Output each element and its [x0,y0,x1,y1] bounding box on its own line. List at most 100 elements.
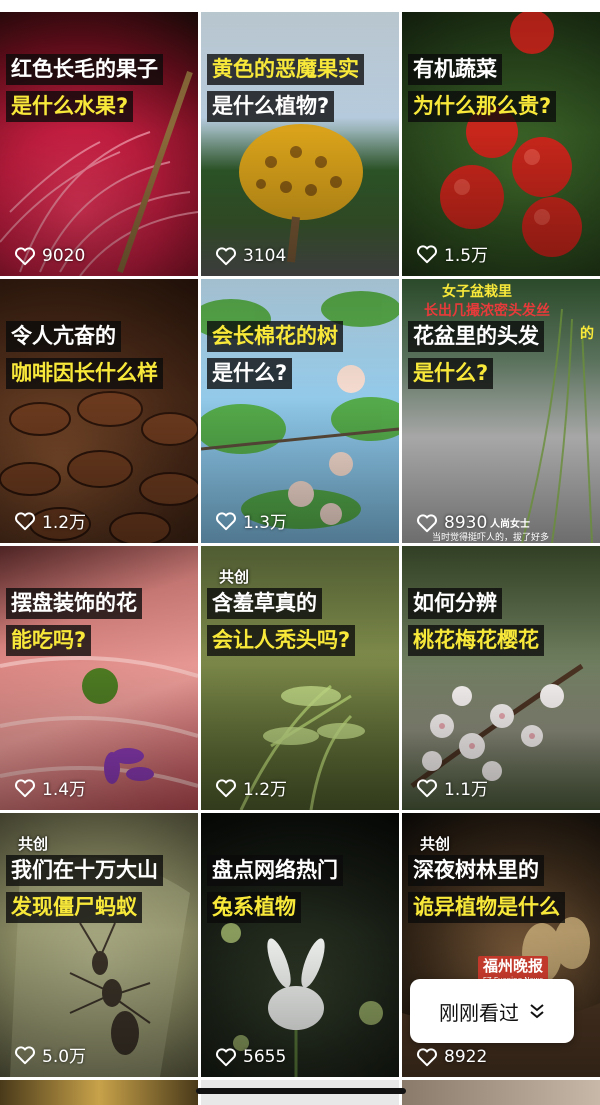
co-create-tag: 共创 [420,835,451,853]
caption: 黄色的恶魔果实 是什么植物? [207,54,364,128]
like-count-value: 1.1万 [444,780,489,800]
heart-outline-icon [417,778,437,797]
thumbnail-shade [402,546,600,810]
caption: 深夜树林里的 诡异植物是什么 [408,855,565,929]
caption-line-2: 兔系植物 [207,892,301,923]
like-count-value: 1.3万 [243,513,288,533]
like-count: 1.5万 [416,241,488,266]
caption-line-2: 诡异植物是什么 [408,892,565,923]
like-count: 3104 [215,246,286,266]
thumbnail-shade [201,813,399,1077]
like-count-value: 5.0万 [42,1047,87,1067]
caption-line-2: 是什么? [207,358,293,389]
caption: 盘点网络热门 兔系植物 [207,855,343,929]
caption-line-1: 摆盘装饰的花 [6,588,142,619]
video-card[interactable]: 红色长毛的果子 是什么水果? 9020 [0,12,198,276]
next-thumbnail[interactable] [0,1080,198,1105]
home-indicator[interactable] [196,1088,406,1094]
heart-outline-icon [216,247,236,266]
caption-line-1: 含羞草真的 [207,588,322,619]
caption: 含羞草真的 会让人秃头吗? [207,588,356,662]
thumbnail-shade [201,12,399,276]
co-create-tag: 共创 [219,568,250,586]
pot-caption-name: 人尚女士 [490,519,530,530]
like-count-value: 3104 [243,246,287,266]
thumbnail-shade [0,12,198,276]
like-count: 1.1万 [416,775,488,800]
like-count-value: 1.5万 [444,246,489,266]
heart-outline-icon [417,1048,437,1067]
like-count-value: 9020 [42,246,86,266]
video-card[interactable]: 共创 含羞草真的 会让人秃头吗? 1.2万 [201,546,399,810]
like-count: 1.4万 [14,775,86,800]
heart-outline-icon [216,511,236,530]
heart-outline-icon [15,1045,35,1064]
caption: 红色长毛的果子 是什么水果? [6,54,163,128]
like-count-value: 5655 [243,1047,287,1067]
caption: 我们在十万大山 发现僵尸蚂蚁 [6,855,163,929]
caption: 如何分辨 桃花梅花樱花 [408,588,544,662]
thumbnail-shade [0,279,198,543]
pot-headline-1: 女子盆栽里 [442,284,512,300]
like-count-value: 1.2万 [243,780,288,800]
caption-line-2: 是什么植物? [207,91,335,122]
like-count-value: 1.2万 [42,513,87,533]
caption-line-2: 是什么? [408,358,494,389]
video-card[interactable]: 摆盘装饰的花 能吃吗? 1.4万 [0,546,198,810]
video-card[interactable]: 共创 我们在十万大山 发现僵尸蚂蚁 5.0万 [0,813,198,1077]
heart-outline-icon [216,1048,236,1067]
like-count-value: 8922 [444,1047,488,1067]
video-grid: 红色长毛的果子 是什么水果? 9020 黄色的恶魔果实 是什么植物? 3104 [0,12,600,1077]
pot-side-text: 的 [580,326,594,342]
like-count: 8930 [416,513,487,533]
caption: 摆盘装饰的花 能吃吗? [6,588,142,662]
like-count: 5.0万 [14,1042,86,1067]
caption-line-1: 有机蔬菜 [408,54,502,85]
caption-line-1: 会长棉花的树 [207,321,343,352]
video-card[interactable]: 会长棉花的树 是什么? 1.3万 [201,279,399,543]
video-card[interactable]: 黄色的恶魔果实 是什么植物? 3104 [201,12,399,276]
caption-line-2: 为什么那么贵? [408,91,557,122]
heart-outline-icon [15,778,35,797]
video-card[interactable]: 有机蔬菜 为什么那么贵? 1.5万 [402,12,600,276]
pot-headline-2: 长出几撮浓密头发丝 [424,303,550,319]
video-card[interactable]: 女子盆栽里 长出几撮浓密头发丝 的 人尚女士 当时觉得挺吓人的，拔了好多 花盆里… [402,279,600,543]
caption-line-1: 花盆里的头发 [408,321,544,352]
like-count-value: 8930 [444,513,488,533]
caption: 会长棉花的树 是什么? [207,321,343,395]
next-thumbnail[interactable] [402,1080,600,1105]
thumbnail-shade [402,12,600,276]
caption: 令人亢奋的 咖啡因长什么样 [6,321,163,395]
heart-outline-icon [15,511,35,530]
like-count-value: 1.4万 [42,780,87,800]
heart-outline-icon [216,778,236,797]
double-chevron-down-icon [530,1004,544,1019]
heart-outline-icon [15,247,35,266]
like-count: 1.2万 [215,775,287,800]
caption: 有机蔬菜 为什么那么贵? [408,54,557,128]
caption-line-2: 能吃吗? [6,625,92,656]
like-count: 8922 [416,1047,487,1067]
caption-line-1: 黄色的恶魔果实 [207,54,364,85]
heart-outline-icon [417,514,437,533]
caption-line-1: 如何分辨 [408,588,502,619]
like-count: 9020 [14,246,85,266]
caption-line-1: 令人亢奋的 [6,321,121,352]
caption-line-1: 深夜树林里的 [408,855,544,886]
caption-line-1: 我们在十万大山 [6,855,163,886]
like-count: 5655 [215,1047,286,1067]
recently-viewed-label: 刚刚看过 [439,1000,519,1025]
caption-line-2: 是什么水果? [6,91,134,122]
caption-line-1: 红色长毛的果子 [6,54,163,85]
caption-line-2: 会让人秃头吗? [207,625,356,656]
caption-line-1: 盘点网络热门 [207,855,343,886]
heart-outline-icon [417,244,437,263]
video-card[interactable]: 令人亢奋的 咖啡因长什么样 1.2万 [0,279,198,543]
caption-line-2: 发现僵尸蚂蚁 [6,892,142,923]
video-card[interactable]: 盘点网络热门 兔系植物 5655 [201,813,399,1077]
recently-viewed-button[interactable]: 刚刚看过 [410,979,574,1043]
like-count: 1.3万 [215,508,287,533]
video-card[interactable]: 如何分辨 桃花梅花樱花 1.1万 [402,546,600,810]
thumbnail-shade [0,546,198,810]
caption-line-2: 桃花梅花樱花 [408,625,544,656]
